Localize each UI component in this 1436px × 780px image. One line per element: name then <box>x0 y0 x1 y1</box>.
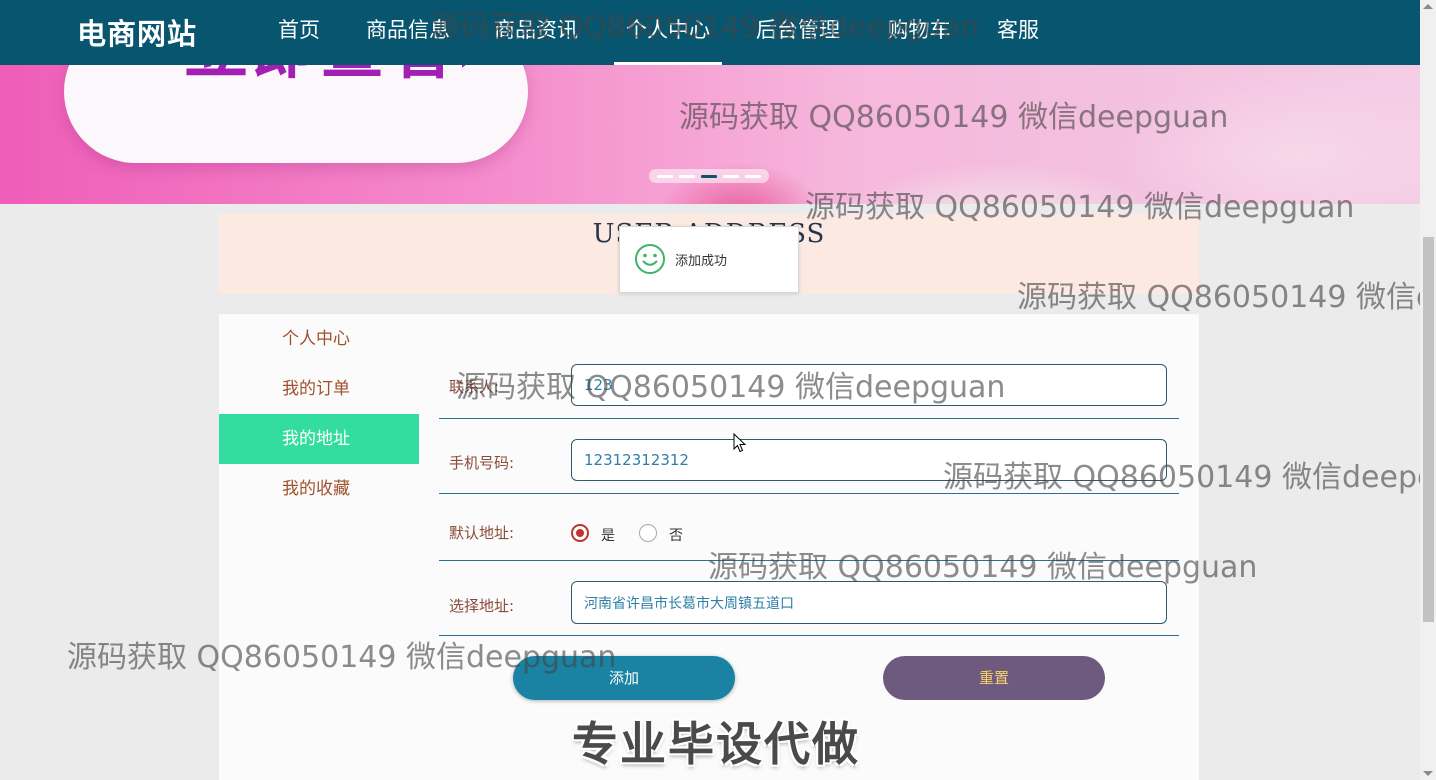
sidebar-item-label: 我的订单 <box>282 379 350 399</box>
form-row-address: 选择地址: <box>439 560 1179 636</box>
page-scrollbar-thumb[interactable] <box>1423 237 1434 622</box>
sidebar-item-orders[interactable]: 我的订单 <box>219 364 419 414</box>
scroll-down-arrow-icon[interactable] <box>1423 771 1433 776</box>
toast-message: 添加成功 <box>675 254 728 269</box>
radio-yes-label: 是 <box>601 528 615 544</box>
address-label: 选择地址: <box>449 597 515 615</box>
add-button[interactable]: 添加 <box>513 656 735 700</box>
nav-news[interactable]: 商品资讯 <box>491 0 581 62</box>
form-row-contact: 联系人: <box>439 354 1179 419</box>
form-row-phone: 手机号码: <box>439 418 1179 494</box>
sidebar-item-favorites[interactable]: 我的收藏 <box>219 464 419 514</box>
nav-service[interactable]: 客服 <box>995 0 1041 62</box>
nav-personal-center[interactable]: 个人中心 <box>614 0 722 65</box>
sidebar-item-address[interactable]: 我的地址 <box>219 414 419 464</box>
radio-yes[interactable] <box>571 524 589 542</box>
carousel-indicators <box>649 169 769 183</box>
nav-cart[interactable]: 购物车 <box>885 0 953 62</box>
banner-cta-pill[interactable]: 立即查看› <box>64 65 528 163</box>
address-select[interactable] <box>571 581 1167 624</box>
banner-carousel[interactable]: 立即查看› <box>0 65 1420 204</box>
success-toast: 添加成功 <box>619 226 799 293</box>
carousel-dot-active[interactable] <box>701 175 717 178</box>
banner-cta-arrow: › <box>456 65 486 88</box>
nav-admin[interactable]: 后台管理 <box>753 0 843 62</box>
phone-input[interactable] <box>571 439 1167 481</box>
contact-label: 联系人: <box>449 378 500 396</box>
sidebar-item-label: 个人中心 <box>282 329 350 349</box>
site-brand[interactable]: 电商网站 <box>77 11 197 53</box>
scroll-up-arrow-icon[interactable] <box>1423 4 1433 9</box>
nav-home[interactable]: 首页 <box>276 0 322 62</box>
banner-cta-label: 立即查看 <box>184 65 456 88</box>
phone-label: 手机号码: <box>449 454 515 472</box>
smile-icon <box>635 244 665 274</box>
contact-input[interactable] <box>571 364 1167 406</box>
reset-button[interactable]: 重置 <box>883 656 1105 700</box>
mouse-cursor-icon <box>733 433 747 453</box>
radio-no-label: 否 <box>669 528 683 544</box>
sidebar-item-personal-center[interactable]: 个人中心 <box>219 314 419 364</box>
carousel-dot[interactable] <box>679 175 695 178</box>
default-address-label: 默认地址: <box>449 524 515 542</box>
banner-cta-text: 立即查看› <box>184 65 486 85</box>
carousel-dot[interactable] <box>745 175 761 178</box>
radio-no[interactable] <box>639 524 657 542</box>
carousel-dot[interactable] <box>657 175 673 178</box>
slogan-overlay: 专业毕设代做 <box>572 717 860 771</box>
carousel-dot[interactable] <box>723 175 739 178</box>
form-row-default-address: 默认地址: 是 否 <box>439 493 1179 561</box>
sidebar-item-label: 我的地址 <box>282 429 350 449</box>
nav-products[interactable]: 商品信息 <box>363 0 453 62</box>
sidebar-item-label: 我的收藏 <box>282 479 350 499</box>
top-navbar: 电商网站 首页 商品信息 商品资讯 个人中心 后台管理 购物车 客服 <box>0 0 1420 65</box>
